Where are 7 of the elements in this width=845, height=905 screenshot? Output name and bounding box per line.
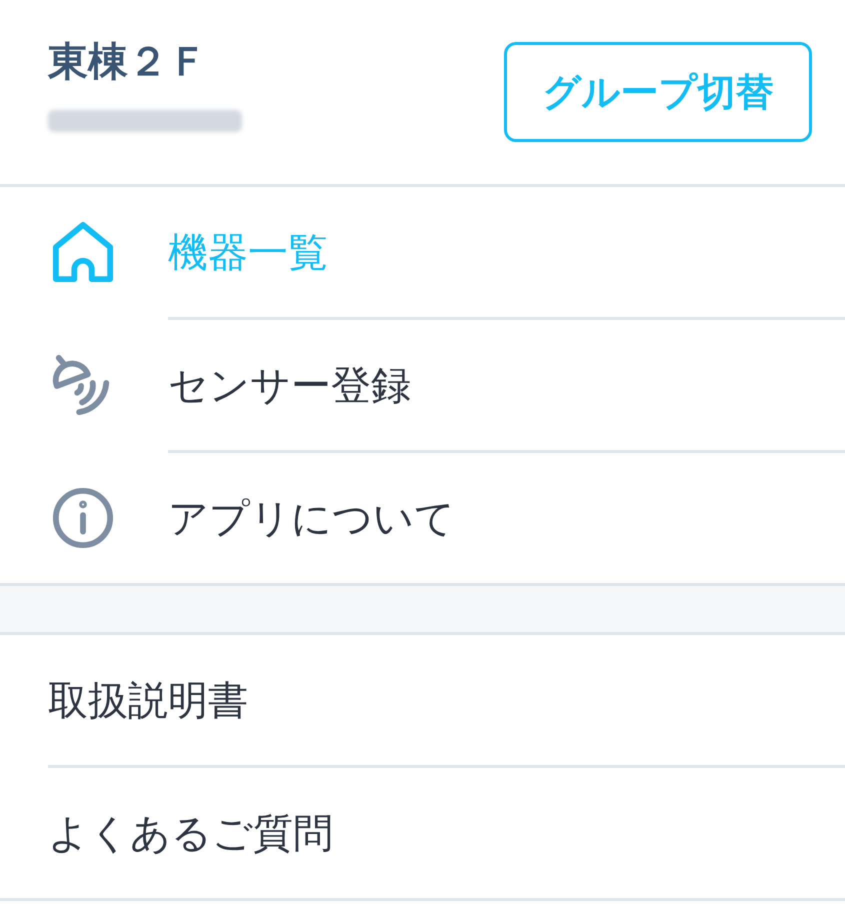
menu-item[interactable]: センサー登録 [0, 320, 845, 450]
home-icon [52, 221, 114, 283]
group-title: 東棟２Ｆ [48, 38, 208, 86]
menu-item[interactable]: アプリについて [0, 453, 845, 583]
menu-item[interactable]: よくあるご質問 [0, 768, 845, 898]
menu-item[interactable]: 取扱説明書 [0, 635, 845, 765]
info-icon [52, 487, 114, 549]
